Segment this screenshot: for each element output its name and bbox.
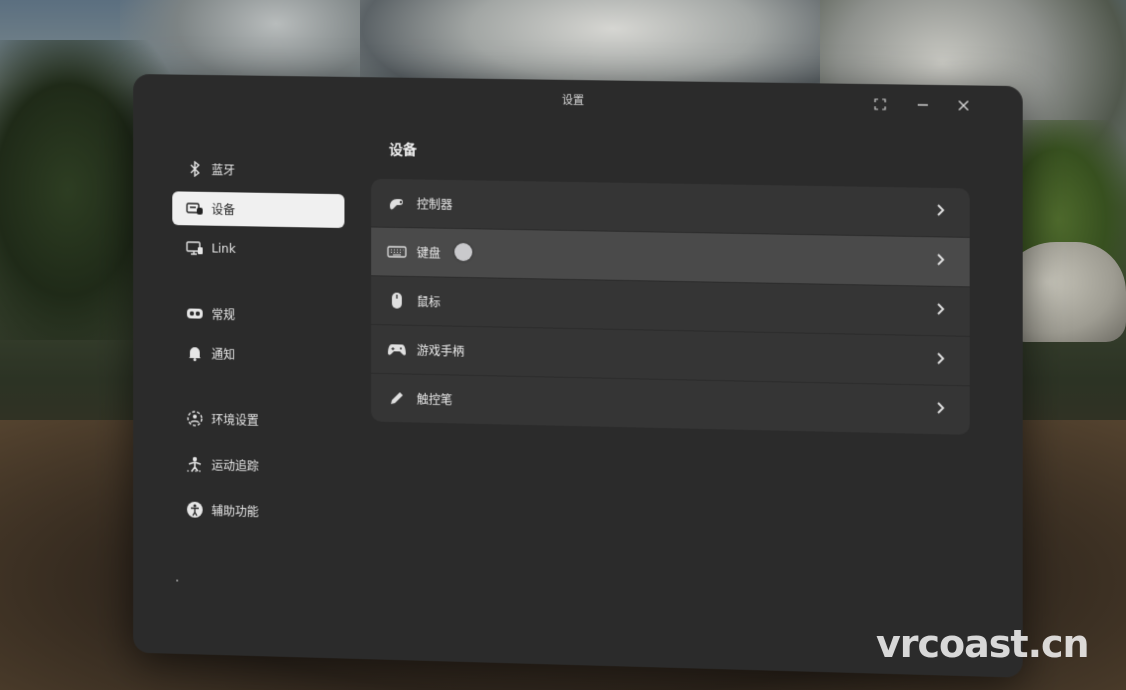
sidebar-item-link[interactable]: Link (172, 231, 344, 268)
minimize-icon (917, 99, 929, 111)
link-monitor-icon (186, 239, 204, 257)
accessibility-icon (186, 501, 204, 519)
sidebar-item-label: 设备 (212, 200, 236, 217)
sidebar: 蓝牙 设备 Link 常规 通知 环境设置 运动追踪 辅助功能 (172, 152, 344, 531)
sidebar-item-notifications[interactable]: 通知 (172, 336, 344, 373)
close-icon (957, 99, 969, 111)
controller-icon (387, 193, 407, 213)
bluetooth-icon (186, 160, 204, 178)
close-button[interactable] (953, 95, 973, 115)
fullscreen-button[interactable] (870, 94, 890, 114)
sidebar-item-label: 运动追踪 (212, 456, 259, 474)
chevron-right-icon (935, 251, 945, 270)
gamepad-icon (387, 339, 407, 359)
keyboard-icon (387, 242, 407, 262)
sidebar-item-label: 蓝牙 (212, 161, 236, 178)
chevron-right-icon (935, 202, 945, 221)
sidebar-item-label: 通知 (212, 345, 236, 362)
headset-icon (186, 304, 204, 322)
chevron-right-icon (935, 400, 945, 419)
sidebar-item-devices[interactable]: 设备 (172, 191, 344, 228)
row-label: 控制器 (417, 195, 453, 213)
chevron-right-icon (935, 350, 945, 369)
row-label: 鼠标 (417, 293, 441, 310)
pointer-cursor (454, 243, 472, 261)
sidebar-item-bluetooth[interactable]: 蓝牙 (172, 152, 344, 188)
movement-tracking-icon (186, 455, 204, 473)
environment-icon (186, 409, 204, 427)
mouse-icon (387, 290, 407, 310)
decorative-dot (176, 580, 178, 582)
device-list: 控制器 键盘 鼠标 游戏手柄 触控笔 (371, 179, 970, 435)
sidebar-item-environment[interactable]: 环境设置 (172, 401, 344, 439)
minimize-button[interactable] (913, 95, 933, 115)
chevron-right-icon (935, 301, 945, 320)
sidebar-item-accessibility[interactable]: 辅助功能 (172, 492, 344, 530)
sidebar-item-label: 常规 (212, 305, 236, 322)
stylus-icon (387, 388, 407, 408)
sidebar-item-label: 环境设置 (212, 411, 259, 429)
sidebar-item-movement-tracking[interactable]: 运动追踪 (172, 447, 344, 485)
row-label: 键盘 (417, 244, 441, 261)
devices-icon (186, 199, 204, 217)
row-label: 触控笔 (417, 390, 453, 408)
sidebar-item-label: 辅助功能 (212, 502, 259, 520)
bell-icon (186, 344, 204, 362)
fullscreen-icon (874, 98, 886, 110)
row-label: 游戏手柄 (417, 341, 465, 359)
page-title: 设备 (389, 139, 417, 159)
watermark: vrcoast.cn (876, 622, 1089, 666)
sidebar-item-general[interactable]: 常规 (172, 296, 344, 333)
sidebar-item-label: Link (212, 242, 236, 256)
settings-window: 设置 蓝牙 设备 Link 常规 通知 环境设置 运动追踪 辅助功能 设备 控制… (133, 74, 1023, 678)
